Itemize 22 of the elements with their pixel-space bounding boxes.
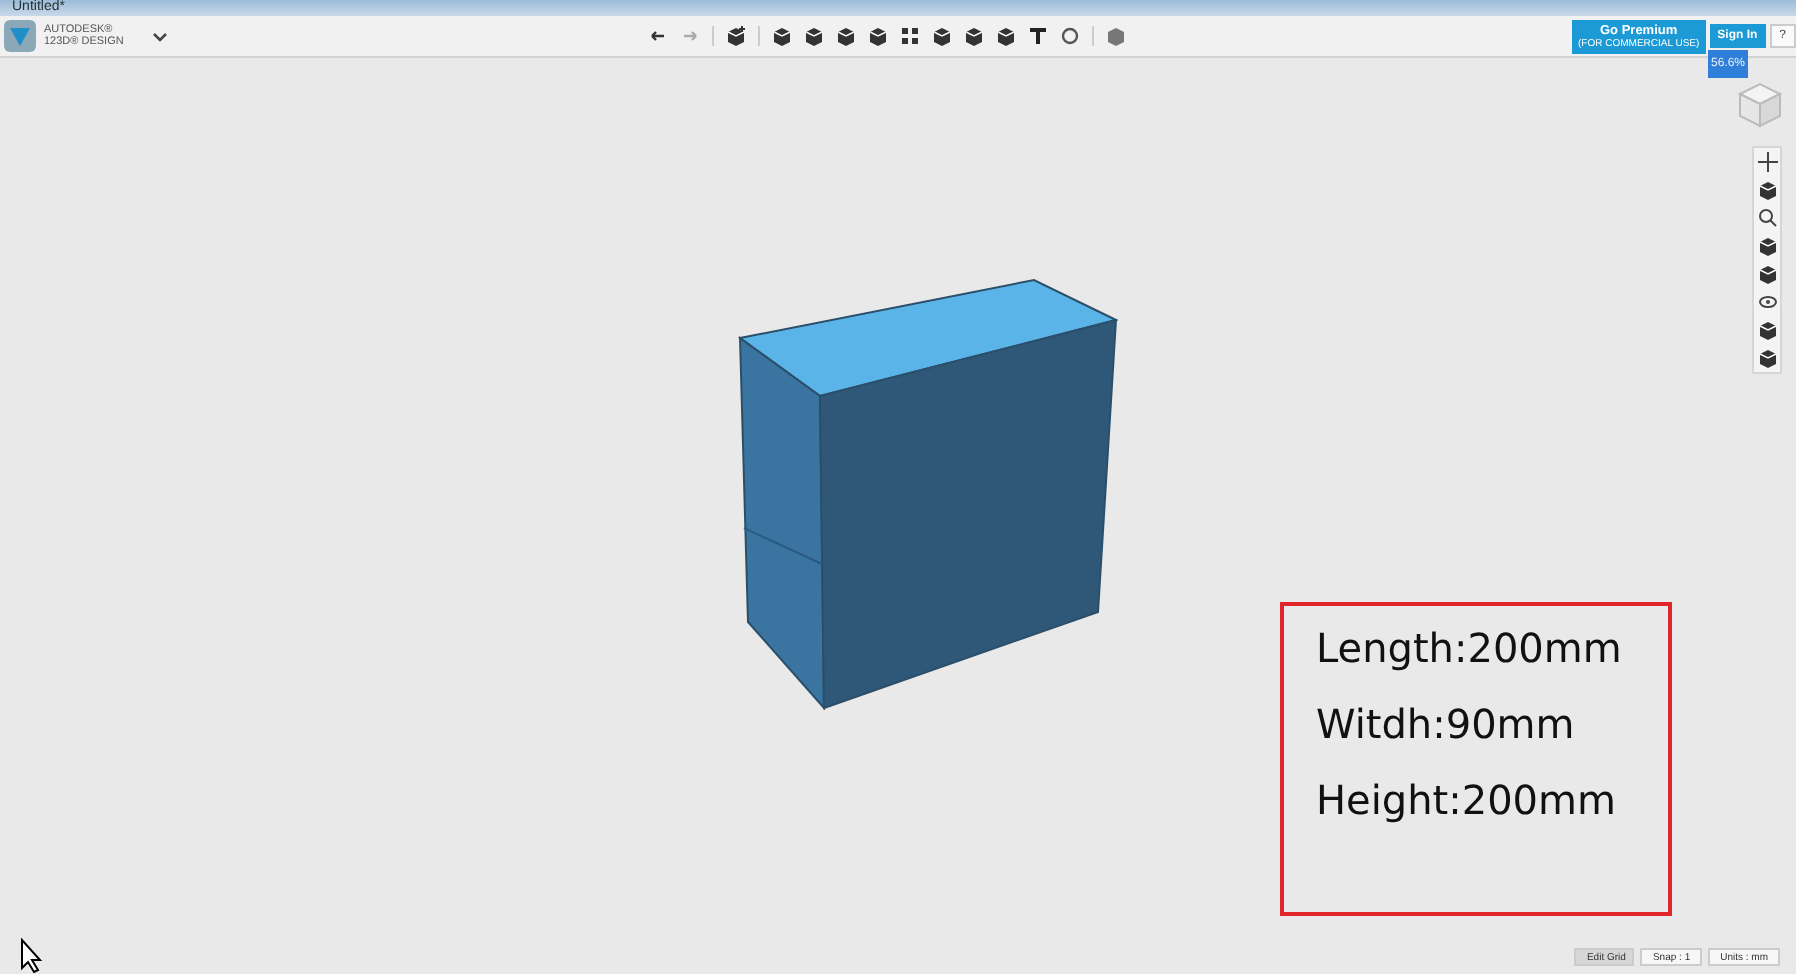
dimension-text: Length:200mm bbox=[1316, 622, 1624, 674]
cube-plus-icon[interactable] bbox=[726, 26, 746, 46]
mouse-cursor-icon bbox=[20, 938, 44, 974]
pan-icon[interactable] bbox=[1757, 152, 1777, 172]
chevron-down-icon[interactable] bbox=[151, 31, 168, 41]
dimension-text: Height:200mm bbox=[1316, 774, 1618, 826]
cube-icon[interactable] bbox=[836, 26, 856, 46]
cube-icon[interactable] bbox=[964, 26, 984, 46]
material-cube-icon[interactable] bbox=[1106, 26, 1126, 46]
zoom-icon[interactable] bbox=[1757, 208, 1777, 228]
box-model-drawing[interactable] bbox=[738, 278, 1118, 710]
grid-icon[interactable] bbox=[900, 26, 920, 46]
eye-icon[interactable] bbox=[1757, 292, 1777, 312]
dimension-text: Witdh:90mm bbox=[1316, 698, 1577, 750]
cube-icon[interactable] bbox=[932, 26, 952, 46]
cube-icon[interactable] bbox=[1757, 264, 1777, 284]
undo-icon[interactable] bbox=[648, 26, 668, 46]
cube-icon[interactable] bbox=[868, 26, 888, 46]
cube-icon[interactable] bbox=[996, 26, 1016, 46]
cube-icon[interactable] bbox=[772, 26, 792, 46]
text-icon[interactable] bbox=[1028, 26, 1048, 46]
logo-icon bbox=[4, 20, 36, 52]
